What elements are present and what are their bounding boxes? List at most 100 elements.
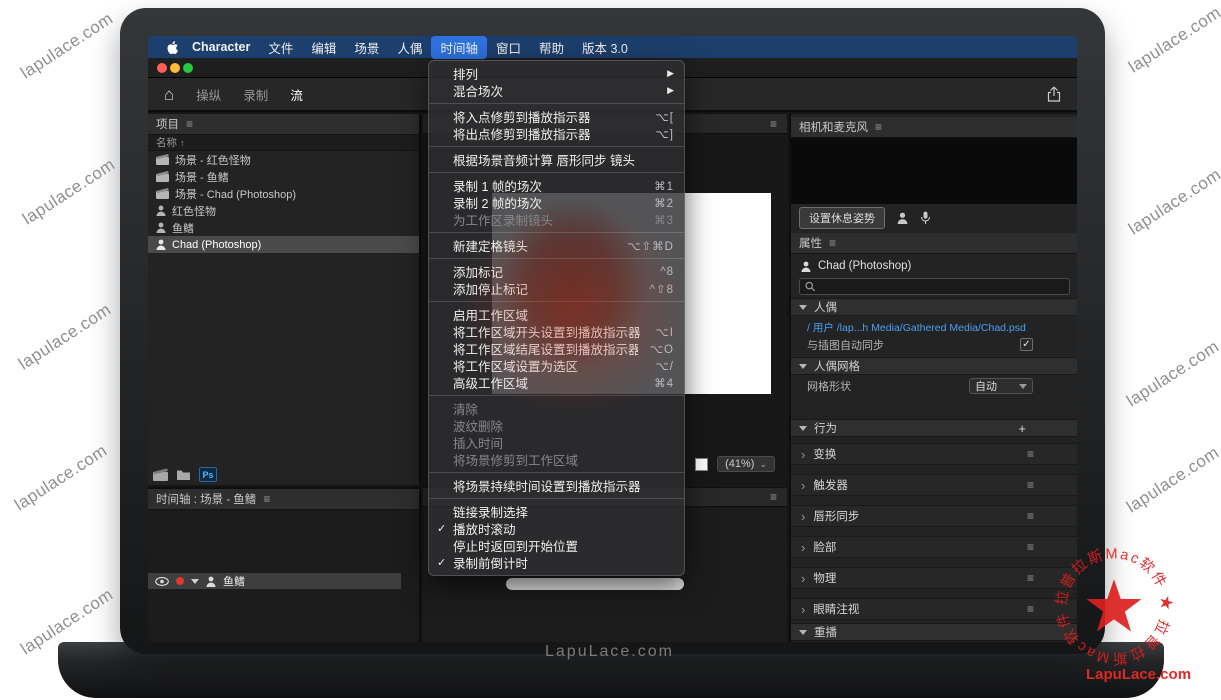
project-row[interactable]: 红色怪物	[148, 202, 419, 219]
chevron-down-icon[interactable]	[191, 579, 199, 584]
menu-item-set-scene-duration[interactable]: 将场景持续时间设置到播放指示器	[429, 477, 684, 494]
project-row-label: 场景 - Chad (Photoshop)	[175, 186, 296, 202]
apple-icon[interactable]	[162, 40, 183, 55]
microphone-icon[interactable]	[920, 211, 931, 225]
menubar-item-file[interactable]: 文件	[259, 36, 302, 59]
record-arm-icon[interactable]	[176, 577, 184, 585]
menubar-item-timeline[interactable]: 时间轴	[431, 36, 487, 59]
menubar-app-name[interactable]: Character	[183, 38, 259, 56]
name-column-header[interactable]: 名称 ↑	[148, 135, 419, 151]
menu-item-record-2-frames[interactable]: 录制 2 帧的场次⌘2	[429, 194, 684, 211]
tab-rig[interactable]: 操纵	[196, 85, 221, 104]
menubar-item-window[interactable]: 窗口	[487, 36, 530, 59]
menu-item-return-to-start[interactable]: 停止时返回到开始位置	[429, 537, 684, 554]
panel-menu-icon[interactable]: ≡	[770, 117, 777, 131]
menu-item-advanced-workarea[interactable]: 高级工作区域⌘4	[429, 374, 684, 391]
set-rest-pose-button[interactable]: 设置休息姿势	[799, 207, 885, 229]
section-mesh[interactable]: 人偶网格	[791, 357, 1077, 375]
tab-record[interactable]: 录制	[243, 85, 268, 104]
scene-icon	[156, 171, 169, 182]
behavior-row-face[interactable]: › 脸部 ≡	[791, 536, 1077, 558]
photoshop-badge-icon[interactable]: Ps	[199, 467, 217, 482]
panel-menu-icon[interactable]: ≡	[770, 490, 777, 504]
watermark: lapulace.com	[15, 300, 115, 375]
project-row-selected[interactable]: Chad (Photoshop)	[148, 236, 419, 253]
project-row[interactable]: 场景 - Chad (Photoshop)	[148, 185, 419, 202]
menu-separator	[429, 103, 684, 104]
zoom-window-button[interactable]	[183, 63, 193, 73]
menu-item-workarea-to-selection[interactable]: 将工作区域设置为选区⌥/	[429, 357, 684, 374]
menu-item-enable-workarea[interactable]: 启用工作区域	[429, 306, 684, 323]
chevron-right-icon: ›	[801, 478, 805, 493]
behavior-menu-icon[interactable]: ≡	[1027, 540, 1034, 554]
project-row[interactable]: 场景 - 鱼鳍	[148, 168, 419, 185]
auto-sync-checkbox[interactable]: ✓	[1020, 338, 1033, 351]
menu-item-scroll-while-playing[interactable]: ✓播放时滚动	[429, 520, 684, 537]
background-color-swatch[interactable]	[695, 458, 708, 471]
section-replays[interactable]: 重播	[791, 623, 1077, 641]
behavior-menu-icon[interactable]: ≡	[1027, 571, 1034, 585]
property-search[interactable]	[799, 278, 1070, 295]
menu-item-arrange[interactable]: 排列▶	[429, 65, 684, 82]
eye-icon[interactable]	[155, 577, 169, 586]
zoom-dropdown[interactable]: (41%) ⌄	[717, 456, 775, 472]
behavior-menu-icon[interactable]: ≡	[1027, 602, 1034, 616]
behavior-row-physics[interactable]: › 物理 ≡	[791, 567, 1077, 589]
behavior-row-eyegaze[interactable]: › 眼睛注视 ≡	[791, 598, 1077, 620]
menu-item-countdown-before-record[interactable]: ✓录制前倒计时	[429, 554, 684, 571]
behavior-menu-icon[interactable]: ≡	[1027, 509, 1034, 523]
search-input[interactable]	[820, 281, 1064, 293]
behavior-row-lipsync[interactable]: › 唇形同步 ≡	[791, 505, 1077, 527]
share-icon[interactable]	[1047, 86, 1061, 102]
panel-menu-icon[interactable]: ≡	[186, 117, 193, 131]
menu-item-add-marker[interactable]: 添加标记^8	[429, 263, 684, 280]
minimize-window-button[interactable]	[170, 63, 180, 73]
menu-bar: Character 文件 编辑 场景 人偶 时间轴 窗口 帮助 版本 3.0	[148, 36, 1077, 58]
menu-item-trim-scene-to-workarea: 将场景修剪到工作区域	[429, 451, 684, 468]
tab-stream[interactable]: 流	[290, 85, 303, 104]
close-window-button[interactable]	[157, 63, 167, 73]
horizontal-scrollbar[interactable]	[506, 578, 684, 590]
mesh-shape-select[interactable]: 自动	[969, 378, 1033, 394]
timeline-track-row[interactable]: 鱼鳍	[148, 573, 401, 589]
menu-separator	[429, 232, 684, 233]
menubar-item-puppet[interactable]: 人偶	[388, 36, 431, 59]
panel-menu-icon[interactable]: ≡	[263, 492, 270, 506]
menubar-item-scene[interactable]: 场景	[345, 36, 388, 59]
project-row[interactable]: 场景 - 红色怪物	[148, 151, 419, 168]
menu-item-workarea-end[interactable]: 将工作区域结尾设置到播放指示器⌥O	[429, 340, 684, 357]
menu-item-compute-lipsync[interactable]: 根据场景音频计算 唇形同步 镜头	[429, 151, 684, 168]
panel-menu-icon[interactable]: ≡	[829, 236, 836, 250]
menubar-item-edit[interactable]: 编辑	[302, 36, 345, 59]
behavior-row-transform[interactable]: › 变换 ≡	[791, 443, 1077, 465]
behavior-menu-icon[interactable]: ≡	[1027, 478, 1034, 492]
section-puppet[interactable]: 人偶	[791, 298, 1077, 316]
properties-panel: 相机和麦克风 ≡ 设置休息姿势 属性 ≡	[789, 114, 1077, 642]
new-scene-icon[interactable]	[153, 468, 168, 481]
menu-item-blend-takes[interactable]: 混合场次▶	[429, 82, 684, 99]
home-icon[interactable]: ⌂	[164, 86, 174, 103]
menu-item-trim-in[interactable]: 将入点修剪到播放指示器⌥[	[429, 108, 684, 125]
menubar-item-help[interactable]: 帮助	[530, 36, 573, 59]
menu-item-workarea-start[interactable]: 将工作区域开头设置到播放指示器⌥I	[429, 323, 684, 340]
menu-item-record-1-frame[interactable]: 录制 1 帧的场次⌘1	[429, 177, 684, 194]
source-path-link[interactable]: / 用户 /lap...h Media/Gathered Media/Chad.…	[791, 318, 1077, 335]
puppet-icon	[156, 239, 166, 250]
menu-item-add-stop-marker[interactable]: 添加停止标记^⇧8	[429, 280, 684, 297]
rest-pose-row: 设置休息姿势	[791, 206, 1077, 230]
menu-item-link-record-selection[interactable]: 链接录制选择	[429, 503, 684, 520]
menu-item-new-freeze-take[interactable]: 新建定格镜头⌥⇧⌘D	[429, 237, 684, 254]
timeline-panel-header: 时间轴 : 场景 - 鱼鳍 ≡	[148, 489, 419, 510]
menu-item-record-for-workarea: 为工作区录制镜头⌘3	[429, 211, 684, 228]
project-row[interactable]: 鱼鳍	[148, 219, 419, 236]
section-behaviors-label: 行为	[814, 420, 837, 436]
panel-menu-icon[interactable]: ≡	[875, 120, 882, 134]
calibrate-face-icon[interactable]	[897, 212, 908, 224]
add-behavior-button[interactable]: +	[1018, 421, 1026, 436]
behavior-menu-icon[interactable]: ≡	[1027, 447, 1034, 461]
section-behaviors[interactable]: 行为 +	[791, 419, 1077, 437]
behavior-row-triggers[interactable]: › 触发器 ≡	[791, 474, 1077, 496]
new-folder-icon[interactable]	[176, 469, 191, 481]
menubar-item-version[interactable]: 版本 3.0	[573, 36, 637, 59]
menu-item-trim-out[interactable]: 将出点修剪到播放指示器⌥]	[429, 125, 684, 142]
